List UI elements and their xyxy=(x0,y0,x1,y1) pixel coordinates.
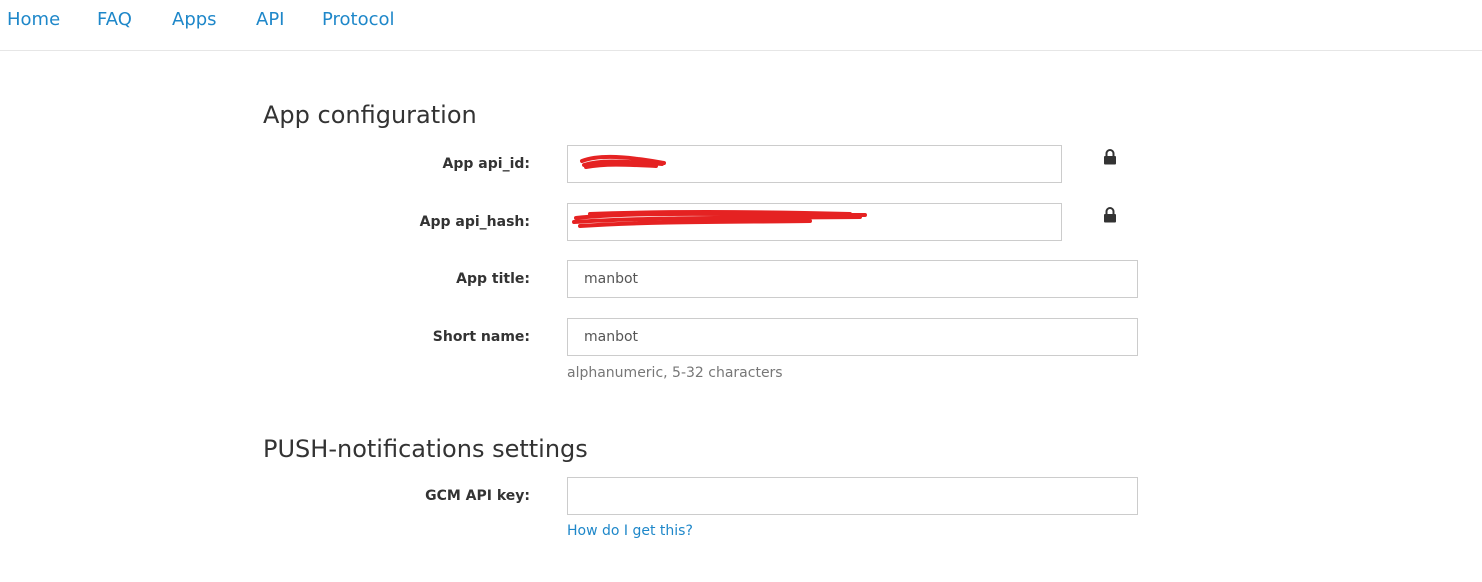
nav-apps[interactable]: Apps xyxy=(172,9,217,31)
top-navigation: Home FAQ Apps API Protocol xyxy=(0,0,1482,51)
api-hash-label: App api_hash: xyxy=(419,214,530,230)
app-configuration-title: App configuration xyxy=(263,101,477,129)
how-do-i-get-this-link[interactable]: How do I get this? xyxy=(567,522,693,540)
lock-icon xyxy=(1103,149,1117,165)
nav-api[interactable]: API xyxy=(256,9,284,31)
app-title-label: App title: xyxy=(456,271,530,287)
gcm-api-key-field[interactable] xyxy=(567,477,1138,515)
push-settings-title: PUSH-notifications settings xyxy=(263,435,588,463)
short-name-label: Short name: xyxy=(432,329,530,345)
app-title-field[interactable] xyxy=(567,260,1138,298)
nav-home[interactable]: Home xyxy=(7,9,60,31)
gcm-api-key-label: GCM API key: xyxy=(425,488,530,504)
lock-icon xyxy=(1103,207,1117,223)
api-id-field[interactable] xyxy=(567,145,1062,183)
api-id-label: App api_id: xyxy=(442,156,530,172)
short-name-hint: alphanumeric, 5-32 characters xyxy=(567,365,783,381)
nav-protocol[interactable]: Protocol xyxy=(322,9,395,31)
nav-faq[interactable]: FAQ xyxy=(97,9,132,31)
short-name-field[interactable] xyxy=(567,318,1138,356)
api-hash-field[interactable] xyxy=(567,203,1062,241)
